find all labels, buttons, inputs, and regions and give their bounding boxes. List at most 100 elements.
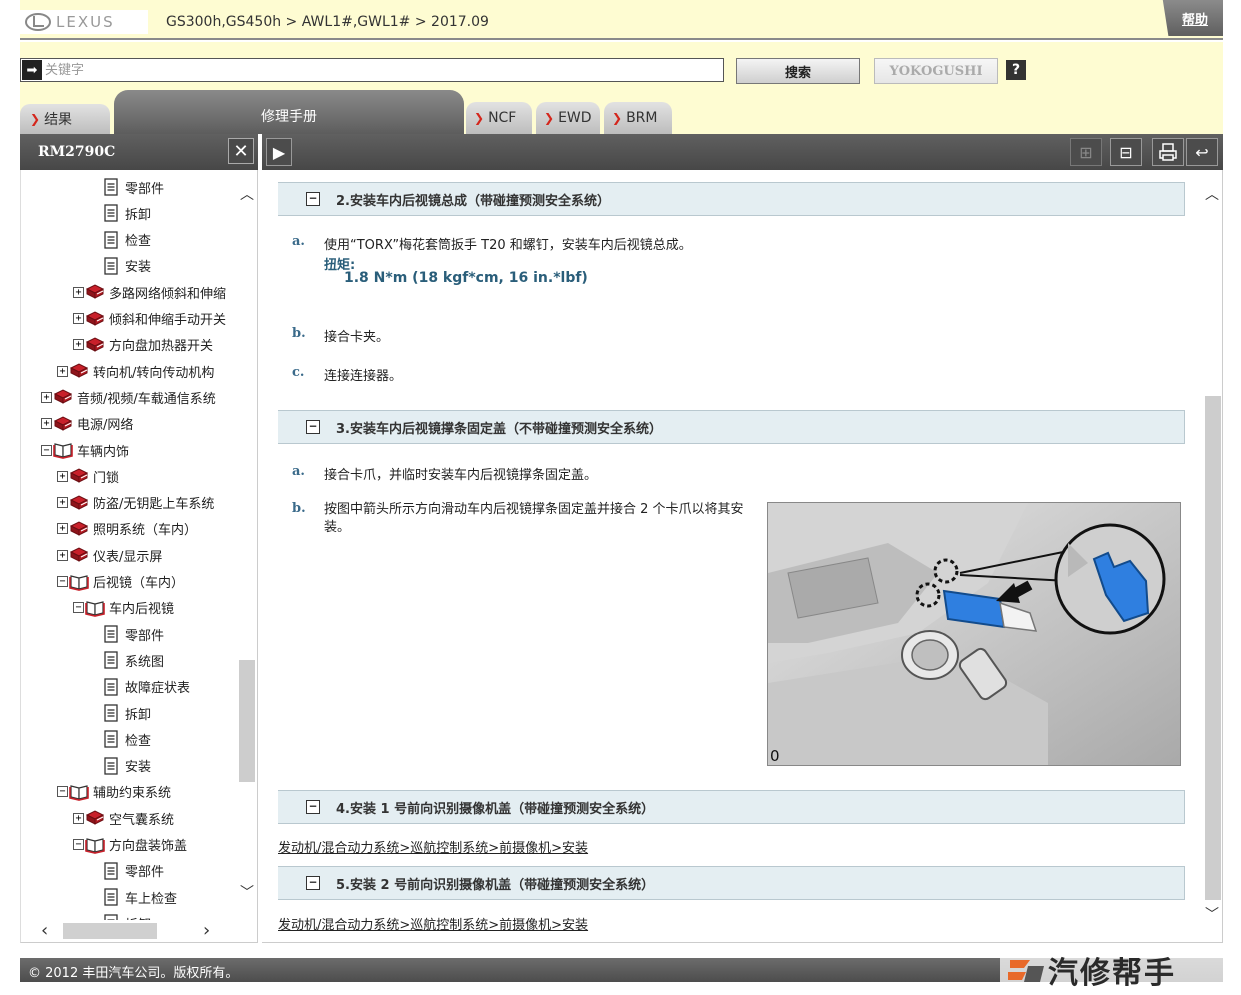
tree-item[interactable]: + 音频/视频/车载通信系统: [41, 384, 216, 410]
collapse-icon[interactable]: −: [306, 876, 320, 890]
expand-icon[interactable]: +: [57, 497, 68, 509]
section-header[interactable]: − 3.安装车内后视镜撑条固定盖（不带碰撞预测安全系统）: [278, 410, 1185, 444]
chevron-left-icon[interactable]: ‹: [41, 920, 48, 941]
tree-item[interactable]: 故障症状表: [89, 674, 190, 700]
expand-icon[interactable]: +: [73, 286, 84, 298]
tree-item[interactable]: + 方向盘加热器开关: [73, 332, 213, 358]
section-title: 3.安装车内后视镜撑条固定盖（不带碰撞预测安全系统）: [336, 421, 662, 437]
tree-item[interactable]: 车上检查: [89, 884, 177, 910]
play-icon[interactable]: ▶: [266, 138, 292, 166]
tree-item[interactable]: + 转向机/转向传动机构: [57, 358, 214, 384]
section-header[interactable]: − 2.安装车内后视镜总成（带碰撞预测安全系统）: [278, 182, 1185, 216]
tree-item[interactable]: 系统图: [89, 647, 164, 673]
tree-item[interactable]: 拆卸: [89, 200, 151, 226]
close-icon[interactable]: ✕: [228, 138, 254, 164]
tree-horizontal-scrollbar[interactable]: ‹ ›: [21, 920, 237, 942]
tree-item[interactable]: − 方向盘装饰盖: [73, 832, 187, 858]
search-button[interactable]: 搜索: [736, 58, 860, 84]
expand-icon[interactable]: +: [57, 365, 68, 377]
help-button[interactable]: 帮助: [1162, 0, 1223, 36]
reference-link[interactable]: 发动机/混合动力系统>巡航控制系统>前摄像机>安装: [278, 837, 588, 856]
document-icon: [104, 888, 118, 906]
collapse-icon[interactable]: −: [306, 800, 320, 814]
collapse-icon[interactable]: −: [73, 602, 84, 614]
chevron-down-icon[interactable]: ﹀: [1205, 904, 1219, 924]
tree-item[interactable]: − 车辆内饰: [41, 437, 129, 463]
tab-repair-manual[interactable]: 修理手册: [114, 90, 464, 134]
book-open-icon: [85, 837, 105, 854]
scroll-thumb[interactable]: [239, 660, 255, 782]
figure-code: 0: [770, 747, 780, 765]
tree-vertical-scrollbar[interactable]: ︿ ﹀: [237, 170, 257, 920]
step-letter: a.: [292, 234, 305, 249]
tree-item-label: 车辆内饰: [77, 444, 130, 460]
tree-item[interactable]: + 多路网络倾斜和伸缩: [73, 279, 226, 305]
tree-item[interactable]: + 仪表/显示屏: [57, 542, 162, 568]
tab-strip: ❯ 结果 修理手册 ❯ NCF ❯ EWD ❯ BRM: [20, 88, 1223, 134]
expand-icon[interactable]: +: [73, 812, 84, 824]
collapse-icon[interactable]: −: [306, 192, 320, 206]
expand-icon[interactable]: +: [57, 523, 68, 535]
tab-ewd[interactable]: ❯ EWD: [536, 102, 600, 134]
tree-item-label: 转向机/转向传动机构: [93, 365, 215, 381]
chevron-right-icon[interactable]: ›: [203, 920, 210, 941]
yokogushi-button[interactable]: YOKOGUSHI: [874, 58, 998, 84]
collapse-icon[interactable]: −: [57, 786, 68, 798]
tree-item[interactable]: + 防盗/无钥匙上车系统: [57, 490, 214, 516]
tree-item[interactable]: 检查: [89, 726, 151, 752]
tree-item[interactable]: + 倾斜和伸缩手动开关: [73, 306, 226, 332]
section-header[interactable]: − 5.安装 2 号前向识别摄像机盖（带碰撞预测安全系统）: [278, 866, 1185, 900]
tree-item[interactable]: 检查: [89, 227, 151, 253]
step-item: b. 接合卡夹。: [292, 326, 389, 345]
tree-item[interactable]: + 照明系统（车内）: [57, 516, 197, 542]
installation-figure[interactable]: 0: [767, 502, 1181, 766]
chevron-up-icon[interactable]: ︿: [240, 184, 254, 204]
document-icon: [104, 730, 118, 748]
expand-icon[interactable]: +: [57, 549, 68, 561]
collapse-icon[interactable]: −: [73, 839, 84, 850]
expand-icon[interactable]: +: [73, 339, 84, 351]
collapse-icon[interactable]: −: [306, 420, 320, 434]
book-open-icon: [69, 574, 89, 591]
scroll-thumb[interactable]: [1205, 396, 1221, 900]
step-item: c. 连接连接器。: [292, 365, 402, 384]
tree-item[interactable]: − 后视镜（车内）: [57, 569, 184, 595]
expand-icon[interactable]: +: [41, 391, 52, 403]
search-input[interactable]: [43, 59, 723, 81]
chevron-down-icon[interactable]: ﹀: [240, 882, 254, 902]
book-closed-icon: [69, 495, 89, 510]
collapse-icon[interactable]: −: [41, 444, 52, 456]
chevron-up-icon[interactable]: ︿: [1205, 184, 1219, 204]
expand-icon[interactable]: +: [41, 418, 52, 430]
tree-item[interactable]: 拆卸: [89, 700, 151, 726]
chevron-right-icon: ❯: [474, 111, 485, 125]
tree-item[interactable]: − 辅助约束系统: [57, 779, 171, 805]
tab-ncf[interactable]: ❯ NCF: [466, 102, 532, 134]
tree-item[interactable]: + 电源/网络: [41, 411, 133, 437]
tree-item[interactable]: 零部件: [89, 621, 164, 647]
content-vertical-scrollbar[interactable]: ︿ ﹀: [1201, 170, 1222, 942]
tab-brm[interactable]: ❯ BRM: [604, 102, 672, 134]
collapse-all-icon[interactable]: ⊟: [1110, 138, 1142, 166]
tree-item[interactable]: 安装: [89, 753, 151, 779]
tree-item[interactable]: 零部件: [89, 858, 164, 884]
tree-item[interactable]: 零部件: [89, 174, 164, 200]
expand-all-icon[interactable]: ⊞: [1070, 138, 1102, 166]
expand-icon[interactable]: +: [73, 313, 84, 324]
expand-icon[interactable]: +: [57, 470, 68, 482]
tree-item[interactable]: − 车内后视镜: [73, 595, 174, 621]
scroll-thumb[interactable]: [63, 923, 157, 939]
print-icon[interactable]: [1152, 138, 1184, 166]
tree-item[interactable]: + 门锁: [57, 463, 119, 489]
collapse-icon[interactable]: −: [57, 576, 68, 587]
manual-id: RM2790C: [38, 144, 116, 160]
section-header[interactable]: − 4.安装 1 号前向识别摄像机盖（带碰撞预测安全系统）: [278, 790, 1185, 824]
return-icon[interactable]: ↩: [1186, 138, 1218, 166]
tree-item[interactable]: 安装: [89, 253, 151, 279]
tab-results[interactable]: ❯ 结果: [20, 104, 110, 134]
reference-link[interactable]: 发动机/混合动力系统>巡航控制系统>前摄像机>安装: [278, 914, 588, 933]
tree-item[interactable]: + 空气囊系统: [73, 805, 174, 831]
question-help-icon[interactable]: ?: [1006, 60, 1026, 80]
tree-item-label: 拆卸: [125, 207, 152, 223]
document-icon: [104, 862, 118, 880]
